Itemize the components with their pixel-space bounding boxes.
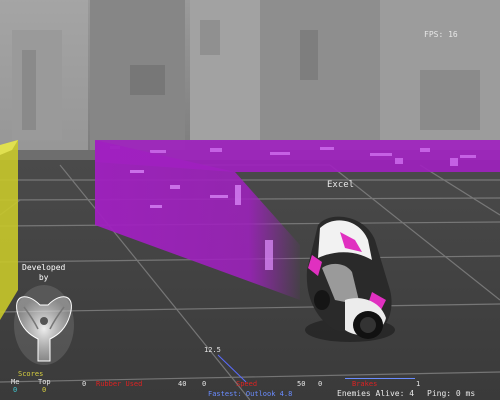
developed-by-label: Developed by	[22, 263, 66, 282]
scores-top-value: 0	[42, 386, 47, 394]
game-viewport[interactable]: FPS: 16 Excel Developed by Scores Me Top…	[0, 0, 500, 400]
enemies-alive-label: Enemies Alive: 4	[337, 389, 415, 398]
brakes-max: 1	[416, 380, 421, 388]
arena-scene	[0, 0, 500, 400]
player-name-tag: Excel	[327, 180, 355, 190]
rubber-max: 40	[178, 380, 187, 388]
speed-min: 0	[202, 380, 207, 388]
fastest-label: Fastest: Outlook 4.8	[208, 390, 293, 398]
brakes-min: 0	[318, 380, 323, 388]
winged-shield-logo	[14, 285, 74, 365]
brakes-label: Brakes	[352, 380, 378, 388]
speed-label: Speed	[236, 380, 258, 388]
brakes-bar	[345, 378, 415, 379]
scores-label: Scores	[18, 370, 44, 378]
fps-value: 16	[448, 30, 458, 39]
rubber-min: 0	[82, 380, 87, 388]
scores-me-value: 0	[13, 386, 18, 394]
speed-max: 50	[297, 380, 306, 388]
scores-me-label: Me	[11, 378, 20, 386]
speedometer-value: 12.5	[204, 346, 221, 354]
rubber-label: Rubber Used	[96, 380, 143, 388]
fps-label: FPS:	[424, 30, 444, 39]
fps-counter: FPS: 16	[424, 30, 458, 39]
ping-label: Ping: 0 ms	[427, 389, 476, 398]
scores-top-label: Top	[38, 378, 51, 386]
yellow-light-wall	[0, 140, 18, 320]
